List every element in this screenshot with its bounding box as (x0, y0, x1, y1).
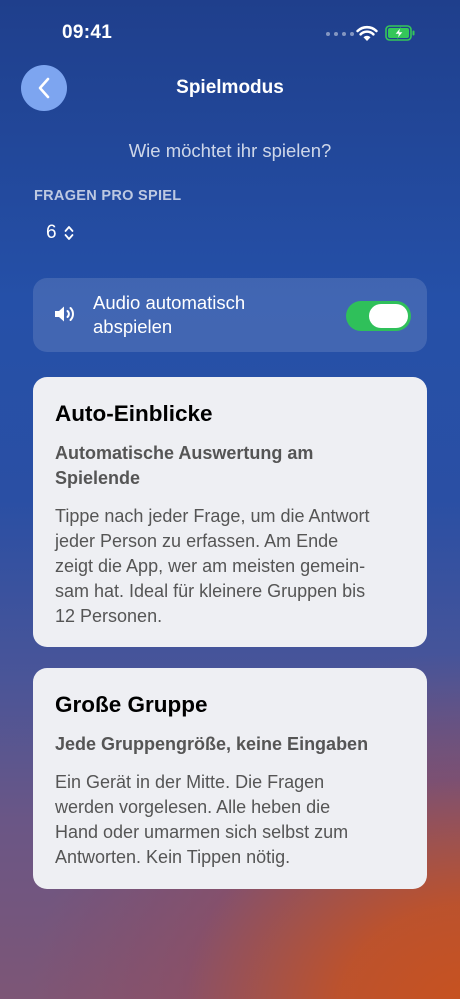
questions-count-value: 6 (46, 222, 57, 243)
audio-autoplay-toggle[interactable] (346, 301, 411, 331)
battery-charging-icon (385, 25, 415, 41)
page-subtitle: Wie möchtet ihr spielen? (128, 140, 332, 161)
page-title: Spielmodus (176, 77, 284, 98)
mode-title: Große Gruppe (55, 692, 208, 717)
mode-card-auto-insights[interactable]: Auto-Einblicke Automatische Auswertung a… (33, 377, 427, 647)
status-time: 09:41 (62, 22, 113, 43)
chevron-up-down-icon (64, 226, 73, 240)
mode-card-large-group[interactable]: Große Gruppe Jede Gruppengröße, keine Ei… (33, 668, 427, 889)
mode-description: Tippe nach jeder Frage, um die Antwort j… (55, 506, 370, 626)
wifi-icon (356, 25, 378, 41)
status-bar: 09:41 (0, 0, 460, 60)
questions-count-picker[interactable]: 6 (46, 222, 75, 244)
mode-title: Auto-Einblicke (55, 401, 213, 426)
audio-autoplay-label: Audio automatisch abspielen (93, 292, 246, 337)
toggle-knob (369, 304, 408, 328)
audio-autoplay-row: Audio automatisch abspielen (33, 278, 427, 352)
mode-subtitle: Jede Gruppengröße, keine Eingaben (55, 734, 369, 754)
questions-per-game-label: FRAGEN PRO SPIEL (34, 188, 182, 204)
speaker-icon (55, 306, 74, 322)
mode-description: Ein Gerät in der Mitte. Die Fragen werde… (55, 772, 349, 867)
cellular-signal-icon (326, 32, 354, 36)
mode-subtitle: Automatische Auswertung am Spielende (55, 443, 314, 488)
